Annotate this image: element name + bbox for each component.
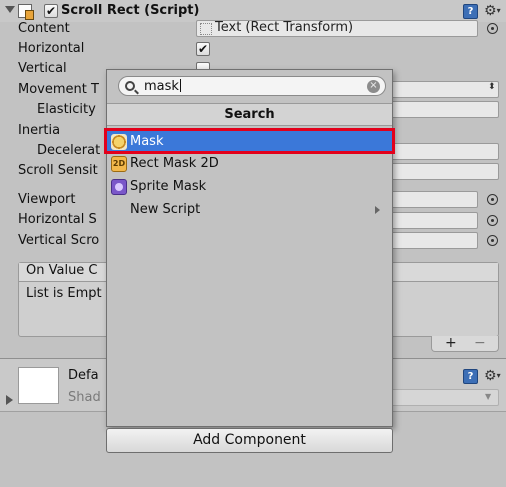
search-field[interactable]: mask × bbox=[118, 76, 386, 96]
shader-dropdown-arrow-icon: ▼ bbox=[485, 392, 492, 401]
shader-dropdown[interactable] bbox=[390, 389, 499, 406]
horizontal-scrollbar-picker-icon[interactable] bbox=[487, 215, 498, 226]
movement-type-dropdown[interactable] bbox=[390, 81, 499, 98]
content-object-value: Text (Rect Transform) bbox=[215, 20, 354, 35]
sprite-mask-icon bbox=[111, 179, 127, 195]
scroll-sensitivity-field[interactable] bbox=[390, 163, 499, 180]
submenu-arrow-icon bbox=[375, 206, 380, 214]
menu-item-rect-mask-2d[interactable]: 2D Rect Mask 2D bbox=[107, 153, 392, 175]
help-book-icon[interactable]: ? bbox=[463, 4, 478, 19]
search-input[interactable]: mask bbox=[144, 79, 181, 94]
clear-search-icon[interactable]: × bbox=[367, 80, 380, 93]
component-title: Scroll Rect (Script) bbox=[61, 3, 200, 18]
object-picker-icon[interactable] bbox=[487, 23, 498, 34]
dropdown-arrows-icon: ⬍ bbox=[488, 82, 496, 92]
deceleration-field[interactable] bbox=[390, 143, 499, 160]
horizontal-checkbox[interactable]: ✔ bbox=[196, 42, 210, 56]
horizontal-scrollbar-label: Horizontal S bbox=[18, 212, 97, 227]
horizontal-scrollbar-field[interactable] bbox=[390, 212, 478, 229]
component-enabled-checkbox[interactable]: ✔ bbox=[44, 4, 58, 18]
vertical-scrollbar-label: Vertical Scro bbox=[18, 233, 100, 248]
script-icon bbox=[18, 4, 34, 20]
scroll-sensitivity-label: Scroll Sensit bbox=[18, 163, 98, 178]
add-component-button[interactable]: Add Component bbox=[106, 428, 393, 453]
event-header-label: On Value C bbox=[26, 263, 98, 278]
elasticity-field[interactable] bbox=[390, 101, 499, 118]
vertical-label: Vertical bbox=[18, 61, 67, 76]
event-add-remove: + − bbox=[431, 336, 499, 352]
menu-item-label: Sprite Mask bbox=[130, 179, 207, 194]
menu-item-sprite-mask[interactable]: Sprite Mask bbox=[107, 176, 392, 198]
menu-item-new-script[interactable]: New Script bbox=[107, 199, 392, 221]
foldout-arrow-icon[interactable] bbox=[5, 6, 15, 13]
search-icon bbox=[125, 81, 135, 91]
add-listener-button[interactable]: + bbox=[445, 336, 457, 350]
event-empty-text: List is Empt bbox=[26, 286, 102, 301]
shader-label: Shad bbox=[68, 390, 101, 405]
search-results-header: Search bbox=[107, 103, 392, 126]
vertical-scrollbar-picker-icon[interactable] bbox=[487, 235, 498, 246]
viewport-label: Viewport bbox=[18, 192, 76, 207]
horizontal-label: Horizontal bbox=[18, 41, 85, 56]
rect-mask-2d-icon: 2D bbox=[111, 156, 127, 172]
elasticity-label: Elasticity bbox=[37, 102, 96, 117]
movement-type-label: Movement T bbox=[18, 82, 99, 97]
deceleration-label: Decelerat bbox=[37, 143, 101, 158]
rect-transform-icon bbox=[200, 23, 212, 35]
viewport-object-field[interactable] bbox=[390, 191, 478, 208]
menu-item-label: New Script bbox=[130, 202, 201, 217]
material-help-icon[interactable]: ? bbox=[463, 369, 478, 384]
inertia-label: Inertia bbox=[18, 123, 61, 138]
content-label: Content bbox=[18, 21, 70, 36]
material-name: Defa bbox=[68, 368, 99, 383]
selection-highlight-outline bbox=[104, 128, 395, 154]
vertical-scrollbar-field[interactable] bbox=[390, 232, 478, 249]
viewport-picker-icon[interactable] bbox=[487, 194, 498, 205]
material-preview-thumbnail bbox=[18, 367, 59, 404]
component-header: ✔ Scroll Rect (Script) ? ⚙▾ bbox=[0, 0, 506, 22]
material-foldout-arrow-icon[interactable] bbox=[6, 395, 13, 405]
material-gear-icon[interactable]: ⚙▾ bbox=[484, 369, 501, 383]
remove-listener-button[interactable]: − bbox=[474, 336, 486, 350]
menu-item-label: Rect Mask 2D bbox=[130, 156, 219, 171]
gear-icon[interactable]: ⚙▾ bbox=[484, 4, 501, 18]
